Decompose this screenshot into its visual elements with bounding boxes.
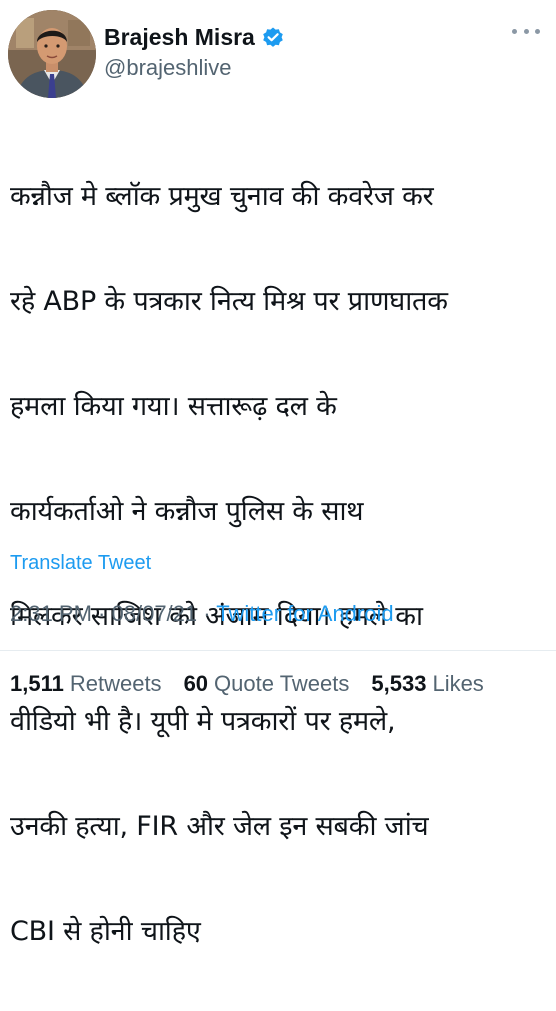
tweet-meta: 2:31 PM · 08/07/21 · Twitter for Android (10, 601, 394, 627)
more-dots-icon[interactable] (512, 24, 540, 38)
dot (535, 28, 540, 34)
translate-tweet-link[interactable]: Translate Tweet (10, 552, 151, 575)
likes-count: 5,533 (371, 671, 427, 696)
name-row: Brajesh Misra (104, 24, 285, 51)
avatar[interactable] (8, 10, 96, 98)
author-block: Brajesh Misra @brajeshlive (104, 24, 285, 81)
engagement-stats: 1,511 Retweets 60 Quote Tweets 5,533 Likes (10, 671, 484, 697)
tweet-text-line: वीडियो भी है। यूपी मे पत्रकारों पर हमले, (10, 705, 396, 737)
retweets-label: Retweets (69, 671, 162, 696)
tweet-text-line: हमला किया गया। सत्तारूढ़ दल के (10, 390, 337, 422)
verified-badge-icon (261, 26, 285, 50)
tweet-text-line: CBI से होनी चाहिए (10, 915, 201, 947)
likes-stat[interactable]: 5,533 Likes (371, 671, 483, 697)
retweets-stat[interactable]: 1,511 Retweets (10, 671, 162, 697)
tweet-header: Brajesh Misra @brajeshlive (8, 10, 548, 100)
dot (523, 28, 529, 34)
author-display-name[interactable]: Brajesh Misra (104, 24, 255, 51)
tweet-text-line: कार्यकर्ताओ ने कन्नौज पुलिस के साथ (10, 495, 364, 527)
quote-tweets-count: 60 (183, 671, 209, 696)
meta-separator: · (91, 601, 112, 626)
quote-tweets-stat[interactable]: 60 Quote Tweets (184, 671, 350, 697)
tweet-text-line: रहे ABP के पत्रकार नित्य मिश्र पर प्राणघ… (10, 285, 448, 317)
tweet-source-link[interactable]: Twitter for Android (216, 601, 393, 626)
meta-separator: · (197, 601, 217, 626)
quote-tweets-label: Quote Tweets (214, 671, 350, 696)
tweet-text-line: कन्नौज मे ब्लॉक प्रमुख चुनाव की कवरेज कर (10, 180, 434, 212)
tweet-text-line: उनकी हत्या, FIR और जेल इन सबकी जांच (10, 810, 429, 842)
tweet-date[interactable]: 08/07/21 (112, 601, 198, 626)
tweet-time[interactable]: 2:31 PM (10, 601, 92, 626)
author-handle[interactable]: @brajeshlive (104, 55, 285, 81)
dot (512, 28, 517, 34)
divider (0, 650, 556, 651)
avatar-image (8, 10, 96, 98)
likes-label: Likes (432, 671, 484, 696)
retweets-count: 1,511 (10, 671, 64, 696)
